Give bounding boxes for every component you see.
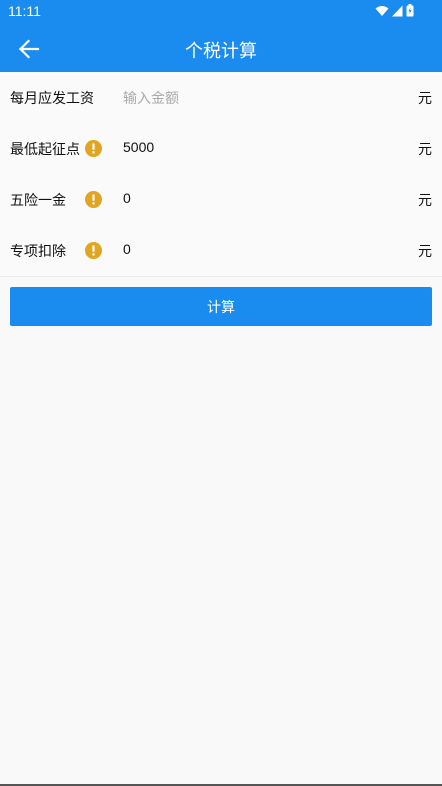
calculate-button[interactable]: 计算 — [10, 287, 432, 326]
threshold-label: 最低起征点 — [10, 142, 80, 158]
signal-icon — [392, 5, 403, 16]
insurance-row: 五险一金 0 元 — [0, 174, 442, 226]
threshold-row: 最低起征点 5000 元 — [0, 123, 442, 175]
salary-input[interactable]: 输入金额 — [123, 88, 179, 108]
info-icon[interactable] — [85, 140, 102, 157]
status-time: 11:11 — [8, 3, 41, 19]
deduction-unit: 元 — [418, 244, 432, 260]
wifi-icon — [375, 5, 389, 16]
calculate-button-label: 计算 — [207, 299, 235, 316]
deduction-input[interactable]: 0 — [123, 241, 131, 257]
salary-row: 每月应发工资 输入金额 元 — [0, 72, 442, 124]
info-icon[interactable] — [85, 242, 102, 259]
status-icons — [375, 4, 414, 17]
deduction-row: 专项扣除 0 元 — [0, 225, 442, 277]
threshold-unit: 元 — [418, 142, 432, 158]
insurance-label: 五险一金 — [10, 193, 66, 209]
salary-label: 每月应发工资 — [10, 91, 94, 107]
insurance-input[interactable]: 0 — [123, 190, 131, 206]
app-bar: 11:11 个税计算 — [0, 0, 442, 72]
salary-unit: 元 — [418, 91, 432, 107]
deduction-label: 专项扣除 — [10, 244, 66, 260]
threshold-input[interactable]: 5000 — [123, 139, 154, 155]
info-icon[interactable] — [85, 191, 102, 208]
insurance-unit: 元 — [418, 193, 432, 209]
battery-icon — [406, 4, 414, 17]
page-title: 个税计算 — [185, 41, 257, 62]
